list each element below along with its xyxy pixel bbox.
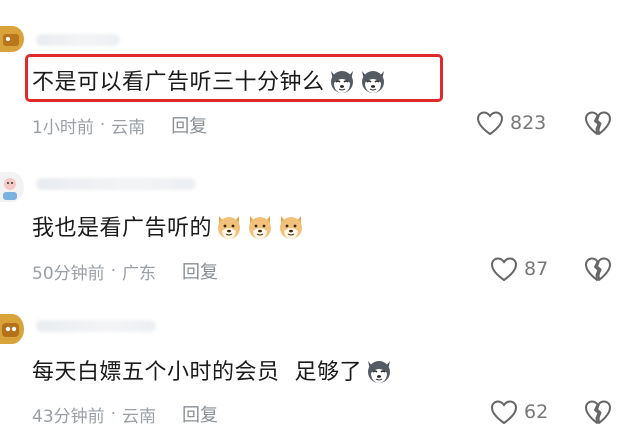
comment-time: 50分钟前 (32, 263, 105, 284)
comment-text: 我也是看广告听的 (32, 210, 307, 242)
meta-separator: · (110, 404, 117, 424)
doge-emoji (214, 211, 244, 241)
doge-emoji (276, 211, 306, 241)
like-button[interactable]: 62 (490, 399, 548, 425)
like-count: 87 (524, 258, 549, 280)
username-blurred[interactable] (36, 178, 196, 190)
comment-text: 每天白嫖五个小时的会员 足够了 (32, 354, 395, 386)
meta-separator: · (99, 115, 106, 135)
comment-location: 广东 (122, 263, 157, 284)
like-count: 62 (524, 401, 549, 423)
username-blurred[interactable] (36, 320, 156, 332)
comment-meta: 1小时前 · 云南 回复 (32, 112, 207, 138)
comment-content: 我也是看广告听的 (32, 216, 213, 241)
meta-separator: · (110, 261, 117, 281)
comment-location: 云南 (122, 406, 157, 427)
heart-outline-icon (476, 110, 504, 136)
reply-button[interactable]: 回复 (182, 258, 218, 284)
reply-button[interactable]: 回复 (171, 112, 207, 138)
avatar[interactable] (0, 26, 24, 52)
doge-emoji (245, 211, 275, 241)
husky-emoji (364, 355, 394, 385)
heart-outline-icon (490, 256, 518, 282)
broken-heart-icon[interactable] (584, 399, 612, 425)
comment-time: 43分钟前 (32, 406, 105, 427)
broken-heart-icon[interactable] (584, 256, 612, 282)
comment-item: 每天白嫖五个小时的会员 足够了 43分钟前 · 云南 回复 62 (0, 290, 640, 440)
comment-time: 1小时前 (32, 117, 94, 138)
comment-content: 每天白嫖五个小时的会员 足够了 (32, 360, 362, 385)
like-count: 823 (510, 112, 547, 134)
highlight-box (25, 54, 443, 102)
username-blurred[interactable] (36, 34, 120, 46)
comment-meta: 50分钟前 · 广东 回复 (32, 258, 218, 284)
reply-button[interactable]: 回复 (182, 401, 218, 427)
like-button[interactable]: 823 (476, 110, 546, 136)
avatar[interactable] (0, 314, 24, 344)
comment-item: 我也是看广告听的 50分钟前 · 广东 回复 87 (0, 150, 640, 290)
heart-outline-icon (490, 399, 518, 425)
comment-item: 不是可以看广告听三十分钟么 1小时前 · 云南 回复 823 (0, 0, 640, 150)
avatar[interactable] (0, 172, 24, 202)
comment-meta: 43分钟前 · 云南 回复 (32, 401, 218, 427)
like-button[interactable]: 87 (490, 256, 548, 282)
comment-location: 云南 (111, 117, 146, 138)
broken-heart-icon[interactable] (584, 110, 612, 136)
